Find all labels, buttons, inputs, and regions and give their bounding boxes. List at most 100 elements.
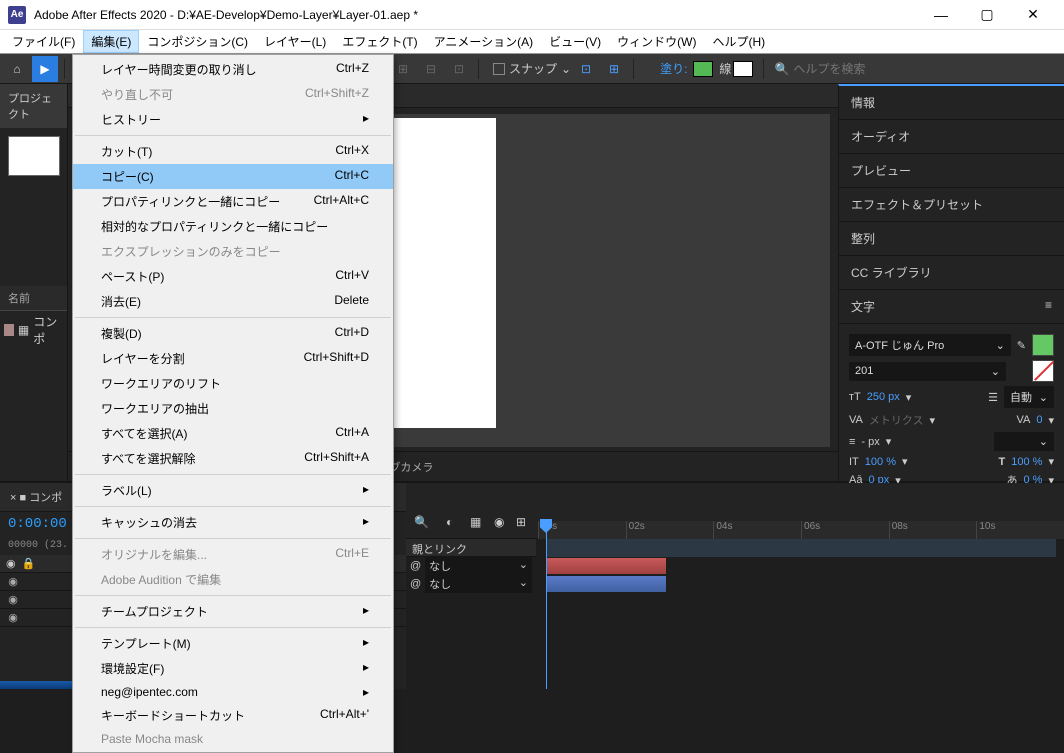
text-stroke-swatch[interactable] (1032, 360, 1054, 382)
ruler-tick: 02s (626, 521, 714, 539)
layer-bar[interactable] (546, 576, 666, 592)
menu-v[interactable]: ビュー(V) (541, 30, 609, 53)
search-layer-icon[interactable]: 🔍 (414, 515, 429, 529)
menu-item[interactable]: カット(T)Ctrl+X (73, 139, 393, 164)
current-timecode[interactable]: 0:00:00 (8, 516, 67, 532)
menu-item[interactable]: キャッシュの消去▸ (73, 510, 393, 535)
menu-item[interactable]: すべてを選択(A)Ctrl+A (73, 421, 393, 446)
taskbar-fragment (0, 681, 78, 689)
snap-toggle[interactable]: スナップ ⌄ (493, 60, 571, 77)
menu-item[interactable]: 複製(D)Ctrl+D (73, 321, 393, 346)
fill-swatch[interactable] (693, 61, 713, 77)
menu-item[interactable]: キーボードショートカットCtrl+Alt+' (73, 703, 393, 728)
close-button[interactable]: ✕ (1010, 0, 1056, 30)
menu-item[interactable]: すべてを選択解除Ctrl+Shift+A (73, 446, 393, 471)
titlebar: Ae Adobe After Effects 2020 - D:¥AE-Deve… (0, 0, 1064, 30)
stroke-width-value[interactable]: - px (861, 436, 879, 448)
snap-opt2-icon[interactable]: ⊞ (601, 56, 627, 82)
app-icon: Ae (8, 6, 26, 24)
panel-header[interactable]: 整列 (839, 222, 1064, 256)
menu-item[interactable]: ヒストリー▸ (73, 107, 393, 132)
parent-cell[interactable]: @ なし⌄ (406, 557, 536, 575)
panel-header[interactable]: CC ライブラリ (839, 256, 1064, 290)
menu-item[interactable]: ワークエリアのリフト (73, 371, 393, 396)
menu-e[interactable]: 編集(E) (83, 30, 139, 53)
lock-column-icon: 🔒 (22, 557, 36, 570)
kerning-value[interactable]: メトリクス (869, 412, 924, 428)
panel-header[interactable]: 情報 (839, 86, 1064, 120)
project-thumbnail (8, 136, 60, 176)
stroke-style-dropdown[interactable]: ⌄ (994, 432, 1054, 451)
font-family-dropdown[interactable]: A-OTF じゅん Pro⌄ (849, 334, 1011, 356)
work-area[interactable] (546, 539, 1056, 557)
project-tab[interactable]: プロジェクト (0, 84, 67, 128)
shy-icon[interactable]: ◐ (446, 515, 453, 529)
menu-t[interactable]: エフェクト(T) (334, 30, 425, 53)
stroke-label[interactable]: 線 (719, 60, 731, 77)
parent-link-header: 親とリンク (406, 539, 536, 557)
time-ruler[interactable]: 00s02s04s06s08s10s (538, 521, 1064, 539)
leading-dropdown[interactable]: 自動⌄ (1004, 386, 1054, 408)
search-input[interactable] (793, 62, 883, 76)
menu-c[interactable]: コンポジション(C) (139, 30, 256, 53)
parent-cell[interactable]: @ なし⌄ (406, 575, 536, 593)
pickwhip-icon[interactable]: @ (410, 578, 421, 590)
world-axis-icon[interactable]: ⊟ (418, 56, 444, 82)
menu-item[interactable]: 環境設定(F)▸ (73, 656, 393, 681)
visibility-icon[interactable]: ◉ (6, 611, 20, 624)
stroke-width-icon: ≡ (849, 436, 855, 448)
menu-item[interactable]: neg@ipentec.com▸ (73, 681, 393, 703)
menu-w[interactable]: ウィンドウ(W) (609, 30, 704, 53)
menu-h[interactable]: ヘルプ(H) (705, 30, 774, 53)
maximize-button[interactable]: ▢ (964, 0, 1010, 30)
menu-item: やり直し不可Ctrl+Shift+Z (73, 82, 393, 107)
menu-item[interactable]: チームプロジェクト▸ (73, 599, 393, 624)
menu-item[interactable]: 消去(E)Delete (73, 289, 393, 314)
menu-item[interactable]: ワークエリアの抽出 (73, 396, 393, 421)
menu-item[interactable]: レイヤーを分割Ctrl+Shift+D (73, 346, 393, 371)
tracking-value[interactable]: 0 (1036, 414, 1042, 426)
menu-item[interactable]: レイヤー時間変更の取り消しCtrl+Z (73, 57, 393, 82)
font-weight-dropdown[interactable]: 201⌄ (849, 362, 1006, 381)
panel-header[interactable]: オーディオ (839, 120, 1064, 154)
visibility-icon[interactable]: ◉ (6, 575, 20, 588)
menu-f[interactable]: ファイル(F) (4, 30, 83, 53)
fill-label[interactable]: 塗り: (660, 60, 687, 77)
panel-header[interactable]: プレビュー (839, 154, 1064, 188)
playhead[interactable] (546, 519, 547, 689)
menu-item[interactable]: プロパティリンクと一緒にコピーCtrl+Alt+C (73, 189, 393, 214)
home-icon[interactable]: ⌂ (4, 56, 30, 82)
layer-bar[interactable] (546, 558, 666, 574)
project-item-row[interactable]: ▦ コンポ (0, 311, 67, 349)
motion-blur-icon[interactable]: ◉ (494, 515, 504, 529)
pickwhip-icon[interactable]: @ (410, 560, 421, 572)
search-icon: 🔍 (774, 62, 789, 76)
hscale-value[interactable]: 100 % (1011, 456, 1042, 468)
character-panel-header[interactable]: 文字≡ (839, 290, 1064, 324)
eyedropper-icon[interactable]: ✎ (1017, 339, 1026, 352)
panel-menu-icon[interactable]: ≡ (1045, 298, 1052, 315)
project-panel: プロジェクト 名前 ▦ コンポ (0, 84, 68, 481)
menu-a[interactable]: アニメーション(A) (426, 30, 542, 53)
menu-item[interactable]: 相対的なプロパティリンクと一緒にコピー (73, 214, 393, 239)
vscale-value[interactable]: 100 % (865, 456, 896, 468)
menu-item[interactable]: コピー(C)Ctrl+C (73, 164, 393, 189)
stroke-swatch[interactable] (733, 61, 753, 77)
frame-blend-icon[interactable]: ▦ (470, 515, 481, 529)
selection-tool-icon[interactable]: ▶ (32, 56, 58, 82)
menu-l[interactable]: レイヤー(L) (256, 30, 334, 53)
text-fill-swatch[interactable] (1032, 334, 1054, 356)
snap-opt1-icon[interactable]: ⊡ (573, 56, 599, 82)
menu-item[interactable]: テンプレート(M)▸ (73, 631, 393, 656)
graph-editor-icon[interactable]: ⊞ (516, 515, 526, 529)
track-area[interactable] (538, 539, 1064, 689)
font-size-value[interactable]: 250 px (867, 391, 900, 403)
name-column-header[interactable]: 名前 (0, 286, 67, 311)
minimize-button[interactable]: — (918, 0, 964, 30)
menu-item[interactable]: ラベル(L)▸ (73, 478, 393, 503)
project-item-name: コンポ (33, 313, 63, 347)
menu-item[interactable]: ペースト(P)Ctrl+V (73, 264, 393, 289)
panel-header[interactable]: エフェクト＆プリセット (839, 188, 1064, 222)
visibility-icon[interactable]: ◉ (6, 593, 20, 606)
view-axis-icon[interactable]: ⊡ (446, 56, 472, 82)
